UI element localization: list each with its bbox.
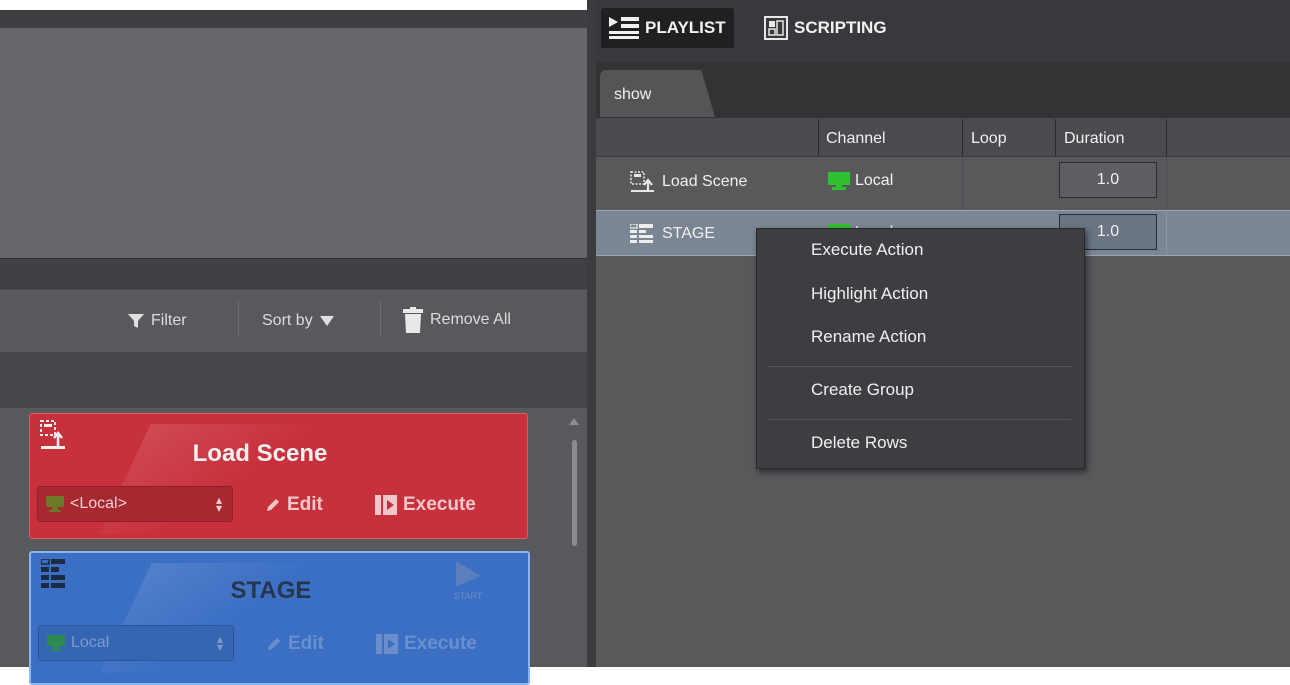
- tab-scripting[interactable]: SCRIPTING: [760, 8, 891, 48]
- scene-preview-area: [0, 28, 587, 258]
- stage-icon: [630, 224, 653, 243]
- menu-separator: [767, 419, 1071, 420]
- scroll-up-arrow-icon[interactable]: [569, 418, 579, 425]
- edit-label: Edit: [287, 494, 323, 515]
- edit-label: Edit: [288, 633, 324, 654]
- row-name: STAGE: [662, 225, 716, 242]
- card-title: STAGE: [230, 577, 312, 604]
- execute-button[interactable]: Execute: [375, 494, 476, 516]
- menu-separator: [767, 366, 1071, 367]
- execute-icon: [375, 495, 397, 515]
- play-icon: [456, 561, 481, 587]
- card-title: Load Scene: [192, 440, 328, 467]
- menu-item-highlight-action[interactable]: Highlight Action: [811, 284, 928, 304]
- channel-select[interactable]: Local ▴ ▾: [38, 625, 234, 661]
- execute-label: Execute: [403, 494, 476, 515]
- monitor-icon: [47, 635, 65, 651]
- column-divider: [818, 119, 819, 156]
- channel-value: <Local>: [70, 495, 127, 512]
- execute-label: Execute: [404, 633, 477, 654]
- cell-divider: [1166, 210, 1167, 254]
- column-divider: [962, 119, 963, 156]
- tab-playlist[interactable]: PLAYLIST: [601, 8, 734, 48]
- row-channel: Local: [855, 172, 894, 189]
- remove-all-button[interactable]: Remove All: [403, 307, 511, 333]
- menu-item-rename-action[interactable]: Rename Action: [811, 327, 926, 347]
- execute-icon: [376, 634, 398, 654]
- pencil-icon: [267, 499, 279, 511]
- left-subheader-strip: [0, 352, 587, 408]
- left-top-bar: [0, 10, 587, 28]
- load-scene-icon: [40, 420, 65, 449]
- sort-by-label: Sort by: [262, 312, 313, 329]
- filter-button[interactable]: Filter: [128, 312, 187, 330]
- monitor-icon: [46, 496, 64, 512]
- column-header-loop[interactable]: Loop: [971, 130, 1007, 148]
- monitor-icon: [828, 172, 850, 190]
- execute-button[interactable]: Execute: [376, 633, 477, 655]
- select-arrows-icon: ▴ ▾: [215, 493, 222, 515]
- start-label: START: [453, 591, 483, 601]
- column-divider: [1166, 119, 1167, 156]
- channel-select[interactable]: <Local> ▴ ▾: [37, 486, 233, 522]
- pane-splitter[interactable]: [587, 0, 596, 667]
- sort-by-button[interactable]: Sort by: [262, 312, 334, 330]
- start-button[interactable]: START: [448, 559, 488, 609]
- toolbar-divider: [380, 300, 381, 336]
- chevron-down-icon: [319, 316, 334, 326]
- row-name: Load Scene: [662, 173, 748, 190]
- action-card-stage[interactable]: STAGE START Local ▴ ▾ Edit Execute: [29, 551, 530, 685]
- cell-divider: [1166, 157, 1167, 209]
- tab-playlist-label: PLAYLIST: [645, 18, 726, 37]
- table-header: [596, 118, 1290, 157]
- scripting-icon: [764, 16, 788, 40]
- menu-item-delete-rows[interactable]: Delete Rows: [811, 433, 907, 453]
- column-divider: [1055, 119, 1056, 156]
- tab-scripting-label: SCRIPTING: [794, 18, 887, 37]
- context-menu: [756, 228, 1085, 469]
- tab-show[interactable]: show: [600, 70, 715, 117]
- row-name-cell: STAGE: [630, 224, 715, 244]
- cell-divider: [962, 157, 963, 209]
- left-header-strip: [0, 258, 587, 289]
- edit-button[interactable]: Edit: [265, 494, 323, 516]
- channel-value: Local: [71, 634, 110, 651]
- playlist-icon: [609, 17, 639, 39]
- duration-field[interactable]: 1.0: [1059, 162, 1157, 198]
- load-scene-icon: [630, 171, 654, 192]
- pencil-icon: [268, 638, 280, 650]
- filter-label: Filter: [151, 312, 187, 329]
- toolbar-divider: [238, 300, 239, 336]
- stage-icon: [41, 559, 65, 588]
- action-card-load-scene[interactable]: Load Scene <Local> ▴ ▾ Edit Execute: [29, 413, 528, 539]
- select-arrows-icon: ▴ ▾: [216, 632, 223, 654]
- filter-icon: [128, 314, 144, 328]
- menu-item-execute-action[interactable]: Execute Action: [811, 240, 923, 260]
- scrollbar-thumb[interactable]: [572, 440, 577, 546]
- menu-item-create-group[interactable]: Create Group: [811, 380, 914, 400]
- column-header-channel[interactable]: Channel: [826, 130, 886, 148]
- trash-icon: [403, 307, 423, 333]
- row-name-cell: Load Scene: [630, 171, 747, 193]
- column-header-duration[interactable]: Duration: [1064, 130, 1124, 148]
- edit-button[interactable]: Edit: [266, 633, 324, 655]
- row-channel-cell: Local: [828, 172, 893, 190]
- remove-all-label: Remove All: [430, 311, 511, 328]
